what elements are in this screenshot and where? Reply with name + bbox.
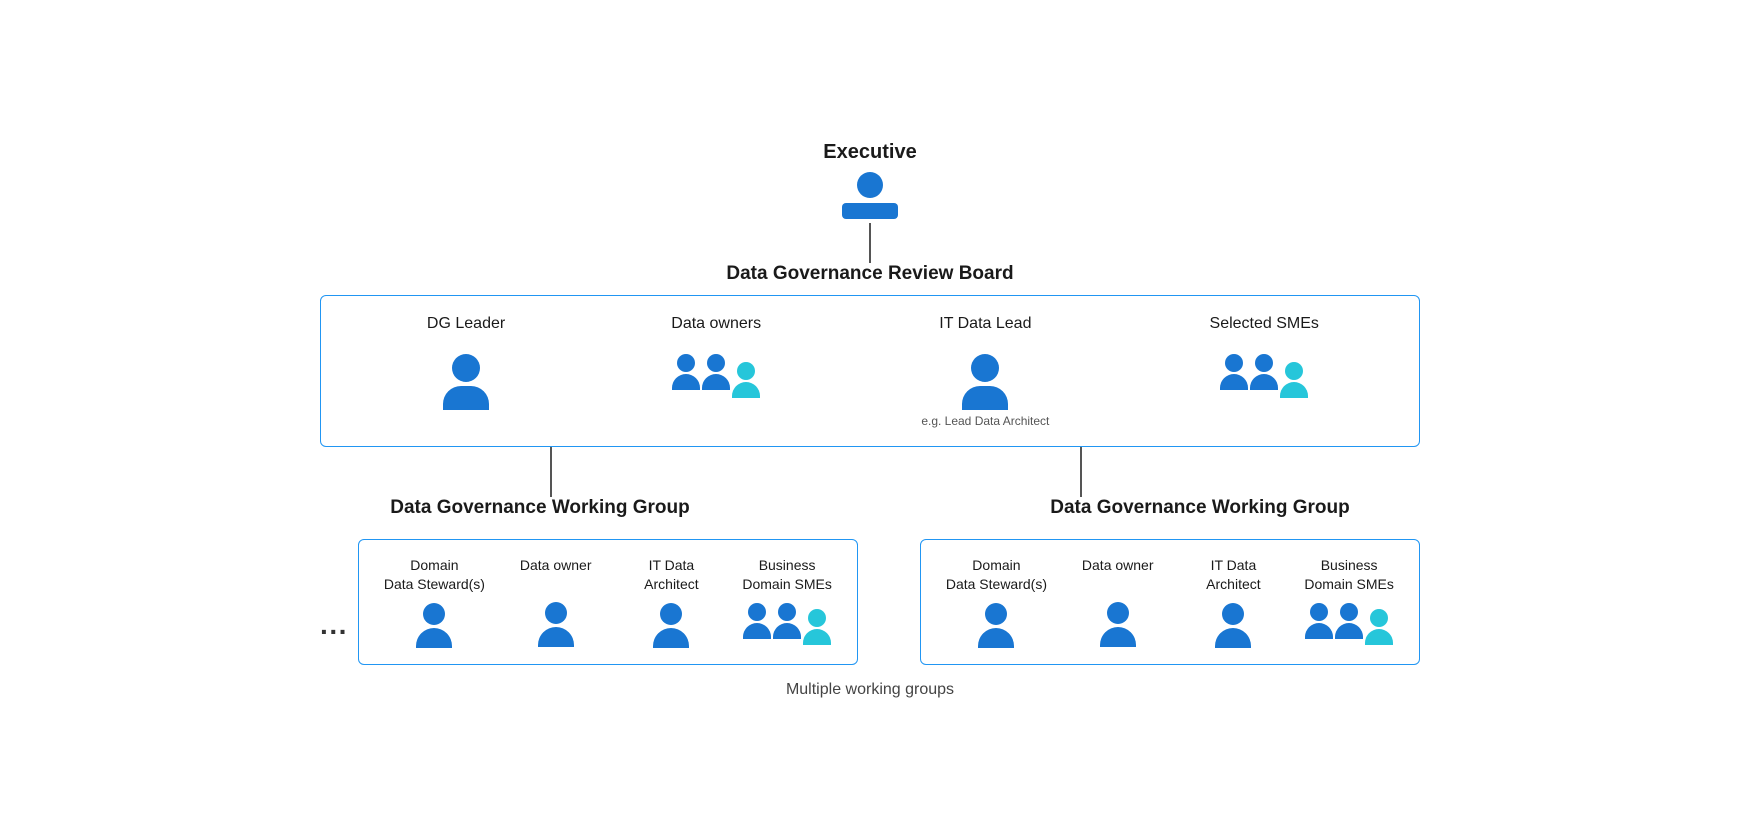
wg-right-box: DomainData Steward(s) Data owner IT Data… (920, 539, 1420, 664)
wg2-it-architect-icon (1215, 603, 1251, 648)
wg-row: ··· DomainData Steward(s) Data owner (320, 539, 1420, 664)
wg-titles-row: Data Governance Working Group Data Gover… (320, 497, 1420, 529)
selected-smes-label: Selected SMEs (1210, 314, 1319, 344)
wg2-role-data-owner: Data owner (1073, 556, 1163, 647)
selected-smes-icon (1220, 354, 1308, 390)
it-data-lead-label: IT Data Lead (939, 314, 1031, 344)
role-selected-smes: Selected SMEs (1210, 314, 1319, 428)
executive-node: Executive (823, 141, 916, 219)
org-diagram: Executive Data Governance Review Board D… (170, 141, 1570, 698)
role-it-data-lead: IT Data Lead e.g. Lead Data Architect (921, 314, 1049, 428)
wg-left-title: Data Governance Working Group (320, 497, 760, 519)
connector-area (320, 447, 1420, 497)
it-data-lead-sublabel: e.g. Lead Data Architect (921, 414, 1049, 428)
dg-leader-icon (443, 354, 489, 410)
wg2-data-owner-icon (1100, 602, 1136, 647)
connector-right (1080, 447, 1082, 497)
wg2-it-architect-label: IT DataArchitect (1206, 556, 1260, 592)
wg1-data-owner-icon (538, 602, 574, 647)
data-owners-label: Data owners (671, 314, 761, 344)
ellipsis: ··· (320, 616, 348, 648)
executive-icon (842, 172, 898, 219)
executive-label: Executive (823, 141, 916, 164)
wg1-role-biz-smes: BusinessDomain SMEs (742, 556, 832, 647)
review-board-title: Data Governance Review Board (726, 263, 1013, 285)
multiple-working-groups-label: Multiple working groups (786, 681, 954, 699)
wg2-biz-smes-icon (1305, 603, 1393, 639)
wg1-biz-smes-icon (743, 603, 831, 639)
wg1-it-architect-icon (653, 603, 689, 648)
exec-head (857, 172, 883, 198)
wg-right-title: Data Governance Working Group (980, 497, 1420, 519)
connector-exec-to-board (869, 223, 871, 263)
connector-left (550, 447, 552, 497)
role-data-owners: Data owners (671, 314, 761, 428)
wg1-role-steward: DomainData Steward(s) (384, 556, 485, 647)
wg-left-area: ··· DomainData Steward(s) Data owner (320, 539, 858, 664)
wg2-role-biz-smes: BusinessDomain SMEs (1304, 556, 1394, 647)
wg1-data-owner-label: Data owner (520, 556, 592, 592)
wg1-it-architect-label: IT DataArchitect (644, 556, 698, 592)
wg1-steward-label: DomainData Steward(s) (384, 556, 485, 592)
wg2-steward-icon (978, 603, 1014, 648)
wg1-biz-smes-label: BusinessDomain SMEs (742, 556, 831, 592)
it-data-lead-icon (962, 354, 1008, 410)
wg2-role-it-architect: IT DataArchitect (1188, 556, 1278, 647)
dg-leader-label: DG Leader (427, 314, 505, 344)
wg2-data-owner-label: Data owner (1082, 556, 1154, 592)
wg1-role-data-owner: Data owner (511, 556, 601, 647)
data-owners-icon (672, 354, 760, 390)
wg2-steward-label: DomainData Steward(s) (946, 556, 1047, 592)
exec-desk (842, 203, 898, 219)
wg2-role-steward: DomainData Steward(s) (946, 556, 1047, 647)
wg2-biz-smes-label: BusinessDomain SMEs (1304, 556, 1393, 592)
wg1-steward-icon (416, 603, 452, 648)
review-board-box: DG Leader Data owners (320, 295, 1420, 447)
role-dg-leader: DG Leader (421, 314, 511, 428)
wg-left-box: DomainData Steward(s) Data owner (358, 539, 858, 664)
wg1-role-it-architect: IT DataArchitect (626, 556, 716, 647)
